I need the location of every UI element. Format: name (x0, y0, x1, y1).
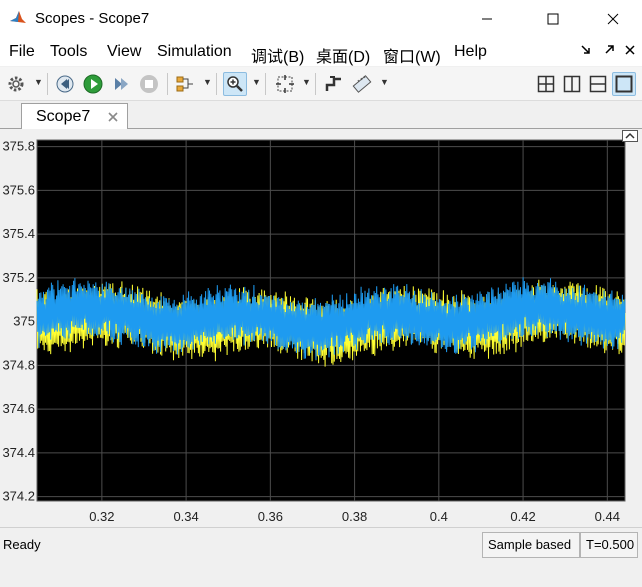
title-bar: Scopes - Scope7 (0, 0, 642, 38)
step-back-button[interactable] (53, 72, 77, 96)
toolbar-separator (47, 73, 48, 95)
settings-dropdown-icon[interactable]: ▼ (34, 77, 43, 87)
y-tick-label: 375.6 (2, 182, 35, 197)
close-button[interactable] (590, 0, 636, 38)
y-tick-label: 375.8 (2, 139, 35, 154)
layout-columns-button[interactable] (560, 72, 584, 96)
minimize-icon (482, 18, 492, 20)
measurement-dropdown-icon[interactable]: ▼ (380, 77, 389, 87)
autoscale-button[interactable] (273, 72, 297, 96)
minimize-button[interactable] (464, 0, 510, 38)
restore-view-button[interactable] (322, 72, 346, 96)
layout-rows-icon (589, 75, 607, 93)
undock-arrow-icon[interactable] (603, 44, 615, 56)
layout-single-button[interactable] (612, 72, 636, 96)
menu-close-icon[interactable] (624, 44, 636, 56)
menu-debug[interactable]: 调试(B) (251, 43, 304, 67)
y-tick-label: 375.4 (2, 226, 35, 241)
tab-label: Scope7 (36, 108, 91, 125)
dock-arrow-icon[interactable] (580, 44, 592, 56)
toolbar-separator (216, 73, 217, 95)
zoom-in-icon (227, 76, 243, 92)
menu-desktop[interactable]: 桌面(D) (316, 43, 370, 67)
toolbar-separator (315, 73, 316, 95)
layout-columns-icon (563, 75, 581, 93)
x-tick-label: 0.42 (510, 509, 535, 524)
close-icon (607, 13, 619, 25)
measurement-icon (352, 75, 372, 93)
zoom-in-button[interactable] (223, 72, 247, 96)
y-tick-label: 375 (13, 314, 35, 329)
layout-grid-icon (537, 75, 555, 93)
y-tick-label: 375.2 (2, 270, 35, 285)
maximize-button[interactable] (530, 0, 576, 38)
toolbar: ▼ ▼ ▼ ▼ ▼ (0, 67, 642, 101)
autoscale-dropdown-icon[interactable]: ▼ (302, 77, 311, 87)
scope-display: 0.32 0.34 0.36 0.38 0.4 0.42 0.44 374.2 374.4 374… (0, 129, 642, 527)
menu-simulation[interactable]: Simulation (157, 43, 232, 61)
sim-time-indicator: T=0.500 (580, 532, 638, 558)
sample-mode-indicator: Sample based (482, 532, 580, 558)
menu-view[interactable]: View (107, 43, 141, 61)
stop-icon (140, 75, 158, 93)
undock-plot-icon[interactable] (622, 130, 638, 142)
tab-strip: Scope7 (0, 101, 642, 130)
signal-select-button[interactable] (173, 72, 197, 96)
restore-view-icon (325, 76, 341, 91)
y-tick-label: 374.8 (2, 357, 35, 372)
toolbar-separator (167, 73, 168, 95)
scope-plot[interactable]: 0.32 0.34 0.36 0.38 0.4 0.42 0.44 374.2 374.4 374… (0, 129, 642, 527)
settings-button[interactable] (4, 72, 28, 96)
run-button[interactable] (81, 72, 105, 96)
x-tick-label: 0.34 (173, 509, 198, 524)
settings-gear-icon (8, 76, 24, 92)
y-tick-label: 374.4 (2, 445, 35, 460)
stop-button[interactable] (137, 72, 161, 96)
x-tick-label: 0.36 (258, 509, 283, 524)
measurement-button[interactable] (350, 72, 374, 96)
run-icon (83, 74, 103, 94)
tab-close-icon[interactable] (106, 110, 120, 124)
zoom-dropdown-icon[interactable]: ▼ (252, 77, 261, 87)
toolbar-separator (265, 73, 266, 95)
x-tick-label: 0.4 (430, 509, 448, 524)
menu-bar: File Tools View Simulation 调试(B) 桌面(D) 窗… (0, 38, 642, 66)
step-back-icon (56, 75, 74, 93)
tab-scope7[interactable]: Scope7 (21, 103, 128, 130)
step-forward-button[interactable] (109, 72, 133, 96)
menu-tools[interactable]: Tools (50, 43, 87, 61)
x-tick-label: 0.38 (342, 509, 367, 524)
layout-single-icon (615, 75, 633, 93)
x-tick-label: 0.44 (595, 509, 620, 524)
menu-window[interactable]: 窗口(W) (383, 43, 441, 67)
layout-grid-button[interactable] (534, 72, 558, 96)
matlab-icon (10, 11, 26, 23)
signal-select-icon (176, 76, 193, 92)
window-title: Scopes - Scope7 (35, 10, 150, 27)
maximize-icon (547, 13, 559, 25)
step-forward-icon (115, 78, 128, 90)
autoscale-icon (276, 75, 294, 93)
status-bar: Ready Sample based T=0.500 (0, 527, 642, 587)
menu-file[interactable]: File (9, 43, 35, 61)
x-tick-label: 0.32 (89, 509, 114, 524)
layout-rows-button[interactable] (586, 72, 610, 96)
status-ready: Ready (3, 537, 41, 552)
menu-help[interactable]: Help (454, 43, 487, 61)
signal-dropdown-icon[interactable]: ▼ (203, 77, 212, 87)
y-tick-label: 374.2 (2, 489, 35, 504)
y-tick-label: 374.6 (2, 401, 35, 416)
